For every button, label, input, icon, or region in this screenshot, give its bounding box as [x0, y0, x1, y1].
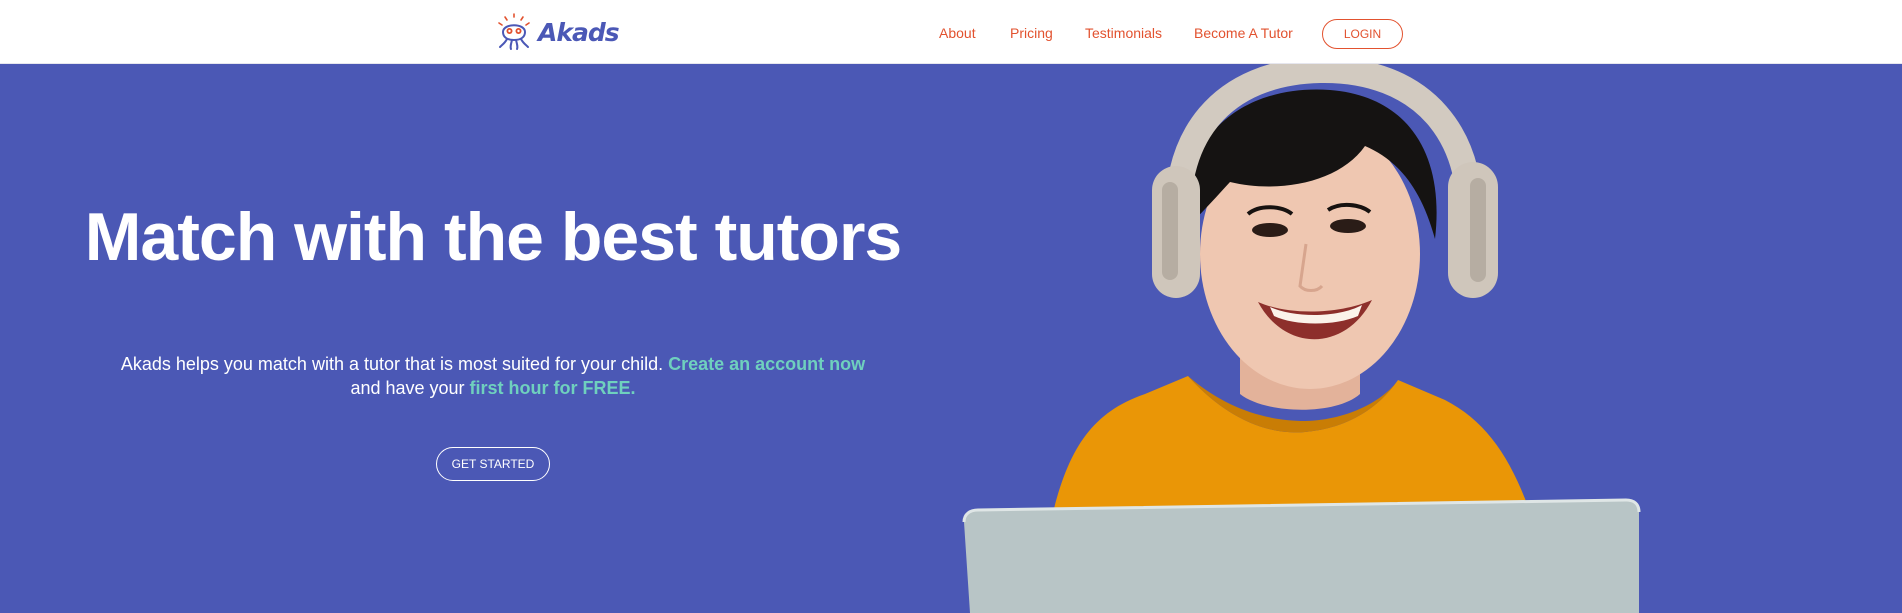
top-navbar: Akads About Pricing Testimonials Become …	[0, 0, 1902, 64]
hero-subtext-middle: and have your	[350, 378, 470, 398]
hero-subtext: Akads helps you match with a tutor that …	[110, 352, 876, 400]
nav-link-become-a-tutor[interactable]: Become A Tutor	[1194, 25, 1293, 41]
octopus-logo-icon	[498, 13, 530, 50]
hero-subtext-intro: Akads helps you match with a tutor that …	[120, 354, 669, 374]
hero-section: Match with the best tutors Akads helps y…	[0, 64, 1902, 613]
hero-student-image	[962, 64, 1641, 613]
nav-link-about[interactable]: About	[939, 25, 976, 41]
logo-link[interactable]: Akads	[494, 12, 620, 52]
hero-headline: Match with the best tutors	[84, 199, 902, 275]
login-button[interactable]: LOGIN	[1322, 19, 1403, 49]
free-hour-highlight: first hour for FREE.	[469, 378, 636, 398]
brand-name: Akads	[538, 17, 620, 47]
get-started-button[interactable]: GET STARTED	[436, 447, 550, 481]
nav-link-testimonials[interactable]: Testimonials	[1085, 25, 1162, 41]
create-account-link[interactable]: Create an account now	[668, 354, 865, 374]
nav-link-pricing[interactable]: Pricing	[1010, 25, 1053, 41]
